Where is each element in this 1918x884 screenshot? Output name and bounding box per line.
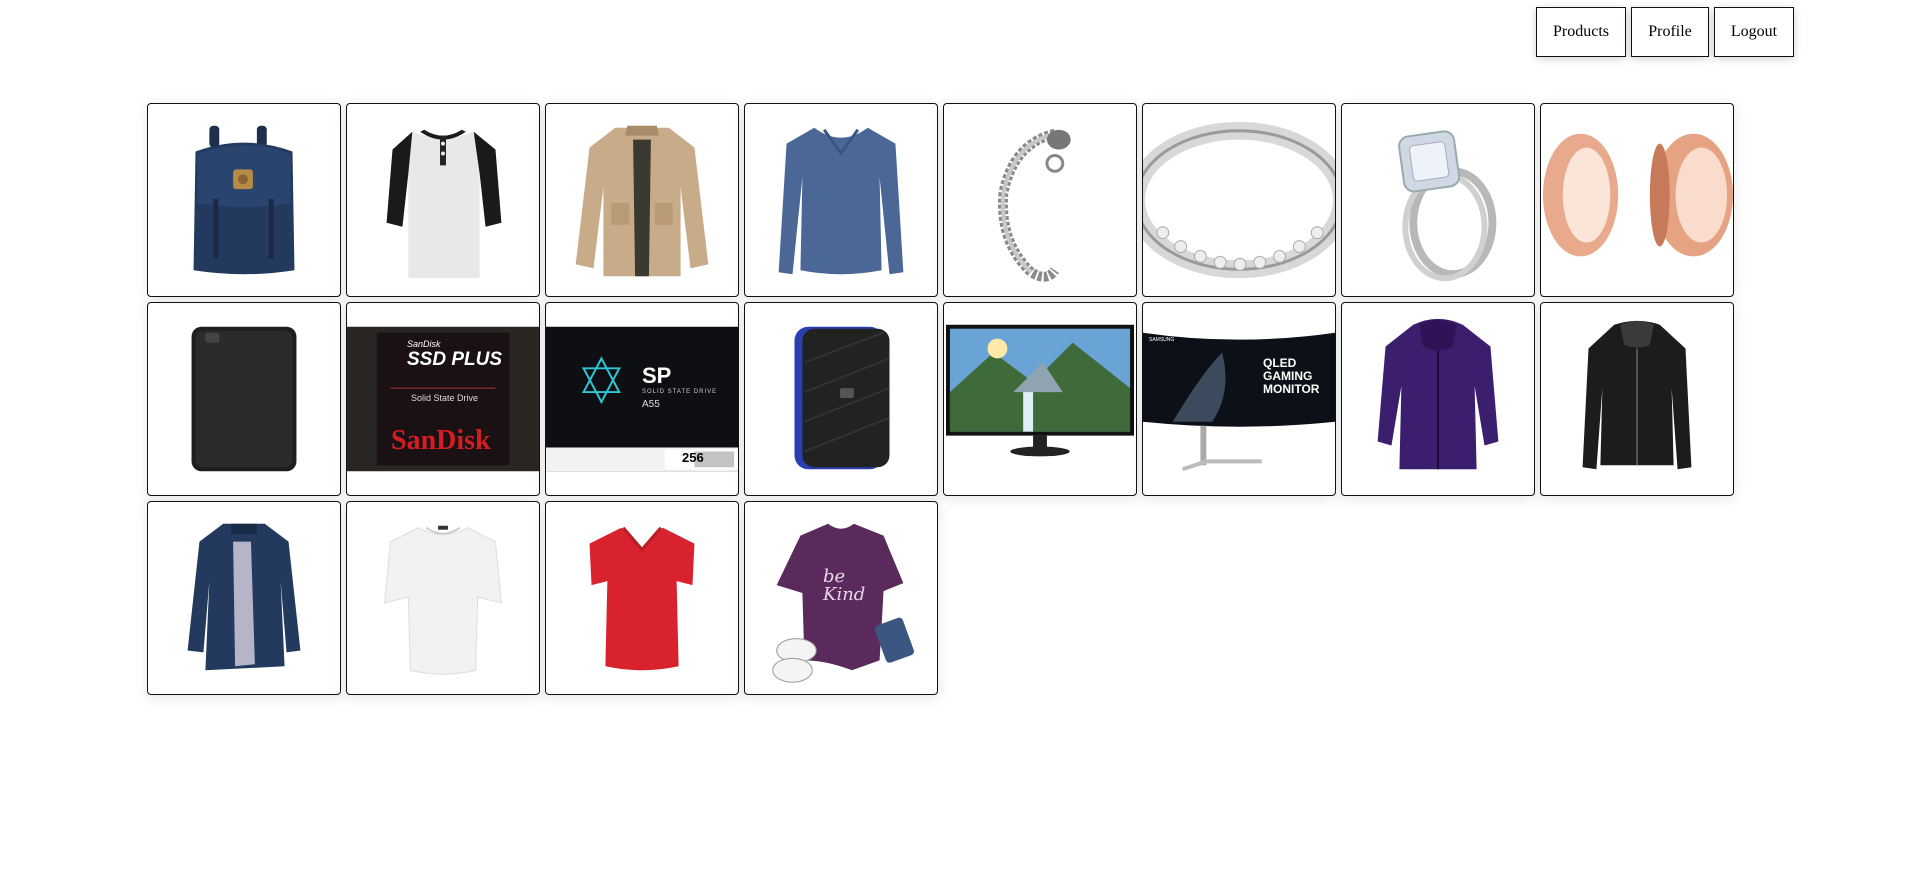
widescreen-monitor-image xyxy=(945,324,1135,457)
sp-capacity: 256 xyxy=(682,450,704,465)
rose-gold-tunnels-image xyxy=(1542,133,1733,257)
product-card[interactable] xyxy=(1341,103,1535,297)
product-grid: SanDisk SSD PLUS Solid State Drive SanDi… xyxy=(147,103,1734,695)
product-card[interactable] xyxy=(744,103,938,297)
product-card[interactable]: be Kind xyxy=(744,501,938,695)
product-card[interactable] xyxy=(1142,103,1336,297)
dragon-bracelet-image xyxy=(997,128,1071,282)
product-card[interactable] xyxy=(1341,302,1535,496)
sandisk-product-name: SSD PLUS xyxy=(407,349,503,370)
blue-long-sleeve-image xyxy=(778,127,904,275)
wd-gaming-drive-image xyxy=(794,326,890,470)
curved-gaming-monitor-image xyxy=(1143,332,1335,472)
product-card[interactable] xyxy=(545,501,739,695)
product-card[interactable] xyxy=(147,103,341,297)
backpack-image xyxy=(193,125,295,275)
product-card[interactable]: SAMSUNG QLED GAMING MONITOR xyxy=(1142,302,1336,496)
product-card[interactable] xyxy=(943,103,1137,297)
product-card[interactable] xyxy=(147,302,341,496)
profile-button[interactable]: Profile xyxy=(1631,7,1709,57)
black-hard-drive-image xyxy=(191,326,297,472)
red-vneck-tee-image xyxy=(589,526,695,671)
qled-gaming-text: QLED GAMING MONITOR xyxy=(1263,356,1320,396)
khaki-jacket-image xyxy=(575,125,709,277)
sp-logo: SP xyxy=(642,363,672,388)
logout-button[interactable]: Logout xyxy=(1714,7,1794,57)
be-kind-print: be Kind xyxy=(823,566,866,605)
product-card[interactable] xyxy=(346,501,540,695)
top-nav: Products Profile Logout xyxy=(1536,7,1794,57)
product-card[interactable] xyxy=(545,103,739,297)
product-card[interactable] xyxy=(943,302,1137,496)
navy-trench-coat-image xyxy=(187,523,301,671)
samsung-brand-text: SAMSUNG xyxy=(1149,337,1175,343)
product-card[interactable]: SP SOLID STATE DRIVE A55 256 xyxy=(545,302,739,496)
products-button[interactable]: Products xyxy=(1536,7,1626,57)
silver-bangle-image xyxy=(1143,121,1335,279)
product-card[interactable] xyxy=(1540,103,1734,297)
product-card[interactable] xyxy=(1540,302,1734,496)
sp-model: A55 xyxy=(642,399,660,410)
product-card[interactable] xyxy=(744,302,938,496)
sp-subtitle: SOLID STATE DRIVE xyxy=(642,389,718,395)
product-card[interactable]: SanDisk SSD PLUS Solid State Drive SanDi… xyxy=(346,302,540,496)
sandisk-subtitle: Solid State Drive xyxy=(411,393,479,403)
sandisk-logo: SanDisk xyxy=(391,425,491,456)
sandisk-brand-small: SanDisk xyxy=(407,339,441,349)
product-card[interactable] xyxy=(346,103,540,297)
henley-shirt-image xyxy=(386,129,502,279)
diamond-ring-image xyxy=(1398,130,1497,282)
white-dolman-top-image xyxy=(384,525,502,675)
black-leather-jacket-image xyxy=(1582,320,1692,470)
product-card[interactable] xyxy=(147,501,341,695)
purple-jacket-image xyxy=(1377,318,1499,470)
